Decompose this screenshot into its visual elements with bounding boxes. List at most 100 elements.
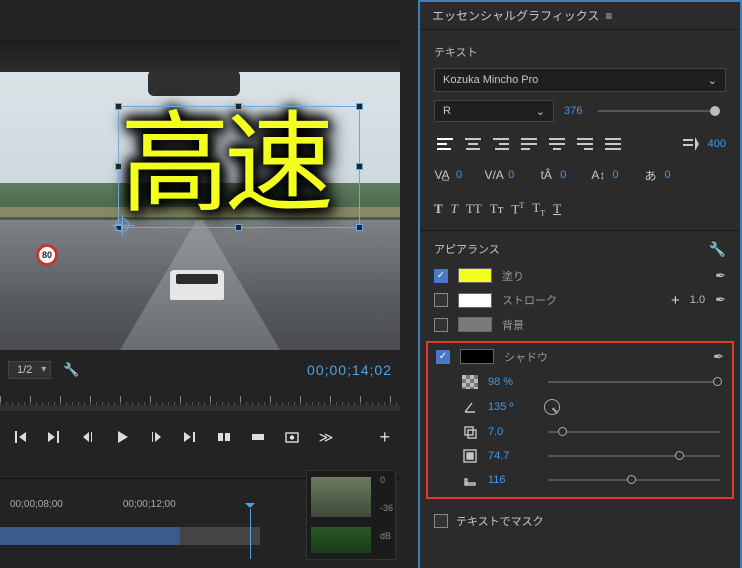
- eyedropper-icon[interactable]: ✒: [713, 349, 724, 365]
- panel-title-bar[interactable]: エッセンシャルグラフィックス ≡: [420, 2, 740, 30]
- panel-menu-icon[interactable]: ≡: [605, 9, 612, 23]
- fill-checkbox[interactable]: [434, 269, 448, 283]
- go-to-out-button[interactable]: [180, 427, 200, 447]
- resize-handle[interactable]: [115, 163, 122, 170]
- shadow-size-value[interactable]: 74.7: [488, 450, 534, 462]
- leading-value[interactable]: 0: [612, 169, 618, 181]
- smallcaps-button[interactable]: Tᴛ: [490, 201, 504, 217]
- font-size-value[interactable]: 376: [564, 105, 582, 117]
- appearance-header: アピアランス 🔧: [420, 235, 740, 264]
- play-button[interactable]: [112, 427, 132, 447]
- justify-last-center-button[interactable]: [546, 134, 568, 154]
- eyedropper-icon[interactable]: ✒: [715, 268, 726, 284]
- tsume-value[interactable]: 0: [665, 169, 671, 181]
- resize-handle[interactable]: [235, 224, 242, 231]
- mask-checkbox[interactable]: [434, 514, 448, 528]
- bold-button[interactable]: T: [434, 201, 443, 217]
- appearance-settings-icon[interactable]: 🔧: [709, 241, 726, 258]
- eyedropper-icon[interactable]: ✒: [715, 292, 726, 308]
- export-frame-button[interactable]: [282, 427, 302, 447]
- subscript-button[interactable]: TT: [532, 200, 545, 218]
- settings-wrench-icon[interactable]: 🔧: [63, 362, 79, 378]
- italic-button[interactable]: T: [451, 201, 458, 217]
- kerning-value[interactable]: 0: [456, 169, 462, 181]
- panel-title: エッセンシャルグラフィックス: [432, 7, 599, 24]
- playhead-icon[interactable]: [250, 509, 251, 559]
- align-center-button[interactable]: [462, 134, 484, 154]
- shadow-group: シャドウ ✒ 98 % 135 º 7.0 74.: [426, 341, 734, 499]
- shadow-checkbox[interactable]: [436, 350, 450, 364]
- angle-dial[interactable]: [544, 399, 560, 415]
- step-fwd-button[interactable]: [146, 427, 166, 447]
- shadow-angle-value[interactable]: 135 º: [488, 401, 534, 413]
- align-left-button[interactable]: [434, 134, 456, 154]
- shadow-opacity-slider[interactable]: [548, 381, 720, 383]
- font-family-select[interactable]: Kozuka Mincho Pro ⌄: [434, 68, 726, 92]
- baseline-metric[interactable]: tÂ 0: [538, 168, 566, 182]
- stroke-swatch[interactable]: [458, 293, 492, 308]
- shadow-distance-slider[interactable]: [548, 431, 720, 433]
- anchor-point-icon[interactable]: [115, 218, 129, 232]
- mask-label: テキストでマスク: [456, 513, 544, 529]
- preview-windshield: [0, 40, 400, 72]
- tracking-metric[interactable]: V/A 0: [486, 168, 514, 182]
- justify-last-left-button[interactable]: [518, 134, 540, 154]
- background-swatch[interactable]: [458, 317, 492, 332]
- shadow-distance-value[interactable]: 7.0: [488, 426, 534, 438]
- justify-all-button[interactable]: [602, 134, 624, 154]
- underline-button[interactable]: T: [553, 201, 561, 217]
- angle-icon: [462, 400, 478, 414]
- step-back-button[interactable]: [78, 427, 98, 447]
- indent-value[interactable]: 400: [708, 138, 726, 150]
- timeline-label: 00;00;12;00: [123, 499, 176, 510]
- tracking-value[interactable]: 0: [508, 169, 514, 181]
- font-weight-select[interactable]: R ⌄: [434, 100, 554, 122]
- baseline-value[interactable]: 0: [560, 169, 566, 181]
- zoom-select[interactable]: 1/2: [8, 361, 51, 379]
- shadow-blur-value[interactable]: 116: [488, 474, 534, 486]
- resize-handle[interactable]: [356, 103, 363, 110]
- preview-speed-sign: 80: [36, 244, 58, 266]
- shadow-swatch[interactable]: [460, 349, 494, 364]
- appearance-label: アピアランス: [434, 241, 500, 257]
- kerning-metric[interactable]: VA̲ 0: [434, 168, 462, 182]
- insert-button[interactable]: [214, 427, 234, 447]
- font-size-slider[interactable]: [598, 110, 720, 112]
- shadow-size-row: 74.7: [436, 449, 724, 463]
- overwrite-button[interactable]: [248, 427, 268, 447]
- stroke-checkbox[interactable]: [434, 293, 448, 307]
- shadow-blur-slider[interactable]: [548, 479, 720, 481]
- size-icon: [462, 449, 478, 463]
- align-right-button[interactable]: [490, 134, 512, 154]
- timeline-clip[interactable]: [0, 527, 180, 545]
- shadow-opacity-row: 98 %: [436, 375, 724, 389]
- stroke-width-value[interactable]: 1.0: [690, 294, 705, 306]
- resize-handle[interactable]: [356, 224, 363, 231]
- mark-in-button[interactable]: [10, 427, 30, 447]
- chevron-down-icon: ⌄: [536, 105, 545, 118]
- justify-last-right-button[interactable]: [574, 134, 596, 154]
- button-editor-plus-icon[interactable]: +: [379, 427, 390, 448]
- scrub-bar[interactable]: [0, 405, 400, 411]
- shadow-size-slider[interactable]: [548, 455, 720, 457]
- shadow-opacity-value[interactable]: 98 %: [488, 376, 534, 388]
- superscript-button[interactable]: TT: [511, 201, 524, 217]
- timeline-label: 00;00;08;00: [10, 499, 63, 510]
- add-stroke-icon[interactable]: +: [671, 292, 680, 309]
- distance-icon: [462, 425, 478, 439]
- leading-metric[interactable]: A↕ 0: [590, 168, 618, 182]
- background-row: 背景: [420, 313, 740, 337]
- mark-out-button[interactable]: [44, 427, 64, 447]
- indent-icon[interactable]: [680, 134, 702, 154]
- text-selection-box[interactable]: [118, 106, 360, 228]
- allcaps-button[interactable]: TT: [466, 201, 482, 217]
- program-monitor[interactable]: 80 高速: [0, 40, 400, 350]
- tsume-metric[interactable]: あ 0: [643, 168, 671, 182]
- fill-swatch[interactable]: [458, 268, 492, 283]
- more-button[interactable]: ≫: [316, 427, 336, 447]
- resize-handle[interactable]: [235, 103, 242, 110]
- resize-handle[interactable]: [115, 103, 122, 110]
- timecode-display[interactable]: 00;00;14;02: [307, 362, 392, 378]
- resize-handle[interactable]: [356, 163, 363, 170]
- background-checkbox[interactable]: [434, 318, 448, 332]
